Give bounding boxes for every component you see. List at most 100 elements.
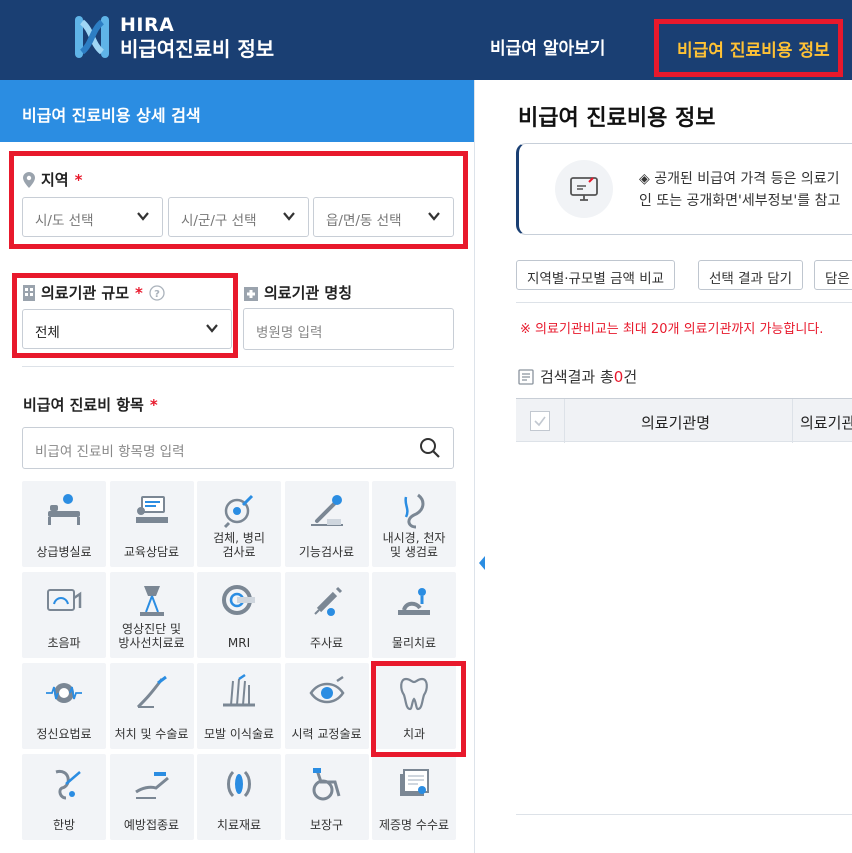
category-tile[interactable]: 영상진단 및 방사선치료료: [109, 572, 194, 658]
chevron-down-icon: [137, 212, 149, 221]
category-tile[interactable]: 기능검사료: [284, 481, 369, 567]
category-tile-label: 제증명 수수료: [378, 818, 450, 832]
results-panel: 비급여 진료비용 정보 ◈ 공개된 비급여 가격 등은 의료기 인 또는 공개화…: [488, 80, 852, 853]
hospital-name-input[interactable]: 병원명 입력: [243, 308, 454, 350]
brand-line1: HIRA: [120, 14, 175, 36]
scale-select[interactable]: 전체: [22, 309, 232, 349]
category-tile-label: 검체, 병리 검사료: [213, 531, 265, 559]
column-hospital-type: 의료기관: [800, 414, 852, 432]
category-tile[interactable]: 상급병실료: [22, 481, 106, 567]
category-tile[interactable]: 물리치료: [372, 572, 456, 658]
eupmyeondong-select[interactable]: 읍/면/동 선택: [313, 197, 454, 237]
category-tile[interactable]: 교육상담료: [109, 481, 194, 567]
result-count: 0: [613, 367, 624, 386]
name-label-row: 의료기관 명칭: [244, 282, 352, 303]
category-tile-label: 상급병실료: [36, 545, 92, 559]
result-prefix: 검색결과 총: [540, 368, 614, 386]
hair-transplant-icon: [223, 673, 255, 707]
nav-noncovered-about[interactable]: 비급여 알아보기: [490, 34, 605, 59]
category-tile[interactable]: 치료재료: [197, 754, 281, 840]
notice-icon-circle: [555, 160, 613, 218]
help-icon[interactable]: ?: [149, 284, 165, 301]
category-tile[interactable]: 내시경, 천자 및 생검료: [372, 481, 456, 567]
category-tile[interactable]: 검체, 병리 검사료: [197, 481, 281, 567]
top-header: HIRA 비급여진료비 정보 비급여 알아보기 비급여 진료비용 정보: [0, 0, 852, 80]
notice-box: ◈ 공개된 비급여 가격 등은 의료기 인 또는 공개화면'세부정보'를 참고: [516, 143, 852, 235]
column-divider: [792, 399, 793, 443]
category-tile[interactable]: 예방접종료: [109, 754, 194, 840]
category-tile-label: 치료재료: [216, 818, 262, 832]
notice-text: ◈ 공개된 비급여 가격 등은 의료기 인 또는 공개화면'세부정보'를 참고: [639, 168, 840, 212]
category-tile-label: 정신요법료: [36, 727, 92, 741]
endoscope-icon: [404, 493, 425, 529]
compare-by-region-button[interactable]: 지역별·규모별 금액 비교: [516, 260, 676, 290]
saved-button[interactable]: 담은: [814, 260, 852, 290]
vaccination-icon: [134, 772, 169, 799]
category-tile[interactable]: 모발 이식술료: [197, 663, 281, 749]
notice-line1: ◈ 공개된 비급여 가격 등은 의료기: [639, 171, 840, 187]
document-icon: [518, 368, 534, 385]
brand-line2: 비급여진료비 정보: [120, 37, 275, 61]
result-suffix: 건: [623, 368, 638, 386]
category-tile-label: 모발 이식술료: [203, 727, 275, 741]
counseling-icon: [135, 496, 168, 523]
treatment-material-icon: [227, 770, 251, 798]
acupuncture-icon: [55, 769, 81, 800]
required-mark: *: [74, 170, 83, 189]
item-search-input[interactable]: 비급여 진료비 항목명 입력: [22, 427, 454, 469]
sigungu-select-text: 시/군/구 선택: [181, 213, 257, 229]
category-tile-label: 기능검사료: [298, 545, 355, 559]
panel-collapse-handle[interactable]: [476, 548, 488, 578]
chevron-down-icon: [428, 212, 440, 221]
category-tile-label: 한방: [52, 818, 76, 832]
add-selection-button[interactable]: 선택 결과 담기: [698, 260, 804, 290]
result-count-row: 검색결과 총0건: [518, 366, 637, 387]
category-tile[interactable]: 주사료: [284, 572, 369, 658]
sido-select[interactable]: 시/도 선택: [22, 197, 163, 237]
brand-title[interactable]: HIRA 비급여진료비 정보: [120, 14, 274, 62]
category-tile[interactable]: MRI: [197, 572, 281, 658]
category-tile-label: 예방접종료: [123, 818, 180, 832]
region-label-row: 지역 *: [23, 169, 82, 190]
scale-label: 의료기관 규모: [41, 284, 130, 302]
category-tile-label: 시력 교정술료: [291, 727, 362, 741]
category-tile[interactable]: 제증명 수수료: [372, 754, 456, 840]
category-tile-label: 초음파: [47, 636, 81, 650]
category-tile-label: 주사료: [309, 636, 344, 650]
hira-logo-icon[interactable]: [74, 14, 110, 60]
name-label: 의료기관 명칭: [264, 284, 353, 302]
category-tile[interactable]: 한방: [22, 754, 106, 840]
chevron-down-icon: [206, 324, 218, 333]
category-tile[interactable]: 초음파: [22, 572, 106, 658]
eye-icon: [308, 675, 345, 704]
notice-line2: 인 또는 공개화면'세부정보'를 참고: [639, 193, 841, 209]
region-label: 지역: [41, 171, 69, 189]
nav-noncovered-cost-info[interactable]: 비급여 진료비용 정보: [654, 19, 843, 77]
location-pin-icon: [23, 171, 35, 188]
category-tile-label: 교육상담료: [123, 545, 180, 559]
select-all-checkbox[interactable]: [530, 411, 550, 431]
divider: [516, 302, 852, 303]
hospital-icon: [244, 286, 258, 301]
results-title: 비급여 진료비용 정보: [518, 106, 716, 131]
item-search-placeholder: 비급여 진료비 항목명 입력: [35, 444, 185, 460]
syringe-icon: [313, 586, 342, 616]
category-tile-label: 영상진단 및 방사선치료료: [118, 622, 185, 650]
required-mark: *: [149, 395, 158, 414]
category-tile-label: 물리치료: [391, 636, 437, 650]
specimen-icon: [223, 494, 254, 529]
hospital-bed-icon: [48, 494, 80, 525]
category-tile[interactable]: 처치 및 수술료: [109, 663, 194, 749]
results-table-header: 의료기관명 의료기관: [516, 398, 852, 443]
mri-icon: [222, 585, 255, 615]
search-panel-title: 비급여 진료비용 상세 검색: [0, 80, 474, 142]
monitor-icon: [570, 177, 598, 201]
category-tile[interactable]: 시력 교정술료: [284, 663, 369, 749]
category-tile[interactable]: 보장구: [284, 754, 369, 840]
items-label: 비급여 진료비 항목: [23, 396, 144, 414]
radiology-icon: [139, 586, 164, 616]
certificate-icon: [400, 769, 429, 796]
category-tile[interactable]: 정신요법료: [22, 663, 106, 749]
sigungu-select[interactable]: 시/군/구 선택: [168, 197, 309, 237]
search-icon[interactable]: [419, 437, 441, 459]
